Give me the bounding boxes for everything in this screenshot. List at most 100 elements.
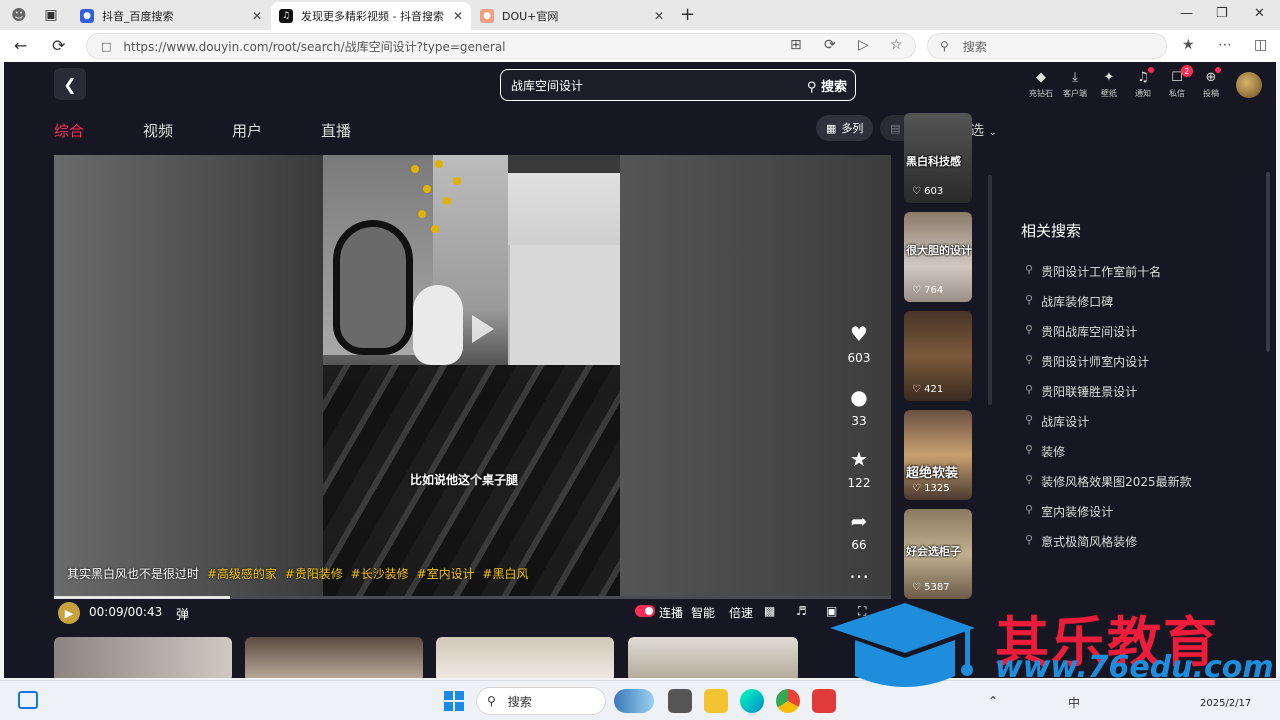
file-explorer-icon[interactable] — [704, 689, 728, 713]
sidebar-toggle-icon[interactable]: ◫ — [1254, 37, 1267, 53]
tab-actions-icon[interactable]: ▣ — [40, 4, 62, 26]
result-thumbnail[interactable] — [54, 637, 232, 678]
window-close-icon[interactable]: ✕ — [1254, 6, 1265, 21]
copilot-icon[interactable] — [614, 689, 654, 713]
hashtag[interactable]: #长沙装修 — [351, 567, 409, 581]
chrome-icon[interactable] — [776, 689, 800, 713]
picture-in-picture-icon[interactable]: ▩ — [764, 604, 775, 618]
taskbar-search[interactable]: ⚲ 搜索 — [476, 687, 606, 715]
extension-icon[interactable]: ▷ — [858, 37, 869, 53]
related-searches: 相关搜索 ⚲ 贵阳设计工作室前十名 ⚲ 战库装修口碑 ⚲ 贵阳战库空间设计 ⚲ 贵阳设计… — [1021, 220, 1192, 563]
thumbnail-likes: ♡ 764 — [912, 285, 944, 296]
result-thumbnail[interactable] — [628, 637, 798, 678]
video-thumbnail[interactable]: 好会选柜子 ♡ 5387 — [904, 509, 972, 599]
related-search-item[interactable]: ⚲ 贵阳战库空间设计 — [1021, 323, 1192, 353]
favorites-list-icon[interactable]: ★ — [1182, 37, 1195, 53]
diamond-recharge-button[interactable]: ◆ 充钻石 — [1026, 70, 1056, 99]
tab-video[interactable]: 视频 — [143, 120, 232, 141]
thumbnail-title: 超绝软装 — [906, 466, 959, 481]
message-icon: ☐ 2 — [1171, 65, 1193, 85]
douyin-search-bar[interactable]: 战库空间设计 ⚲ 搜索 — [500, 69, 856, 101]
autoplay-toggle[interactable] — [635, 605, 655, 617]
related-search-item[interactable]: ⚲ 战库装修口碑 — [1021, 293, 1192, 323]
thumbnail-likes: ♡ 603 — [912, 186, 944, 197]
chevron-up-icon[interactable]: ⌃ — [988, 694, 998, 708]
video-thumbnail[interactable]: 黑白科技感 ♡ 603 — [904, 113, 972, 203]
play-button[interactable]: ▶ — [58, 602, 80, 624]
more-options-icon[interactable]: ⋯ — [1218, 37, 1232, 53]
browser-search-box[interactable]: ⚲ 搜索 — [927, 33, 1167, 59]
hashtag[interactable]: #黑白风 — [482, 567, 528, 581]
hashtag[interactable]: #高级感的家 — [207, 567, 277, 581]
related-search-item[interactable]: ⚲ 意式极简风格装修 — [1021, 533, 1192, 563]
search-button[interactable]: ⚲ 搜索 — [807, 76, 847, 95]
profile-icon[interactable]: ☻ — [8, 4, 30, 26]
upload-button[interactable]: ⊕ 投稿 — [1196, 67, 1226, 99]
result-thumbnail[interactable] — [436, 637, 614, 678]
notification-button[interactable]: ♫ 通知 — [1128, 67, 1158, 99]
ime-indicator[interactable]: 中 — [1068, 694, 1080, 711]
task-view-icon[interactable] — [668, 689, 692, 713]
messages-button[interactable]: ☐ 2 私信 — [1162, 65, 1193, 99]
sync-icon[interactable]: ⟳ — [824, 37, 836, 53]
play-overlay-icon[interactable] — [472, 315, 494, 343]
apps-icon[interactable]: ⊞ — [790, 37, 802, 53]
related-search-item[interactable]: ⚲ 装修风格效果图2025最新款 — [1021, 473, 1192, 503]
video-thumbnail[interactable]: 超绝软装 ♡ 1325 — [904, 410, 972, 500]
close-icon[interactable]: ✕ — [453, 9, 463, 23]
related-search-item[interactable]: ⚲ 室内装修设计 — [1021, 503, 1192, 533]
widgets-icon[interactable] — [18, 691, 38, 709]
tab-user[interactable]: 用户 — [232, 120, 321, 141]
hashtag[interactable]: #室内设计 — [417, 567, 475, 581]
top-icon-label: 投稿 — [1203, 89, 1219, 98]
related-search-item[interactable]: ⚲ 贵阳设计工作室前十名 — [1021, 263, 1192, 293]
favorite-button[interactable]: ★ 122 — [844, 448, 874, 490]
close-icon[interactable]: ✕ — [252, 9, 262, 23]
avatar[interactable] — [1236, 72, 1262, 98]
related-searches-title: 相关搜索 — [1021, 222, 1082, 240]
refresh-icon[interactable]: ⟳ — [52, 36, 65, 55]
tab-general[interactable]: 综合 — [54, 120, 143, 141]
new-tab-icon[interactable]: + — [680, 4, 695, 25]
comment-button[interactable]: ● 33 — [844, 386, 874, 428]
favorite-star-icon[interactable]: ☆ — [890, 37, 903, 53]
result-thumbnail[interactable] — [245, 637, 423, 678]
graduation-cap-logo — [830, 603, 975, 687]
edge-icon[interactable] — [740, 689, 764, 713]
video-thumbnail[interactable]: 很大胆的设计 ♡ 764 — [904, 212, 972, 302]
tab-baidu[interactable]: ● 抖音_百度搜索 ✕ — [72, 2, 270, 30]
search-icon: ⚲ — [1025, 353, 1034, 366]
browser-search-placeholder: 搜索 — [962, 39, 987, 54]
thumbnail-scrollbar[interactable] — [988, 175, 992, 405]
speed-button[interactable]: 倍速 — [729, 604, 753, 621]
volume-icon[interactable]: ♬ — [796, 604, 807, 618]
windows-start-icon[interactable] — [444, 691, 464, 711]
more-button[interactable]: ⋯ — [844, 565, 874, 587]
video-thumbnail[interactable]: ♡ 421 — [904, 311, 972, 401]
tab-douyin-search[interactable]: ♫ 发现更多精彩视频 - 抖音搜索 ✕ — [271, 2, 471, 30]
tab-dou-plus[interactable]: ● DOU+官网 ✕ — [472, 2, 672, 30]
autoplay-label[interactable]: 连播 — [659, 604, 683, 621]
search-icon: ⚲ — [1025, 533, 1034, 546]
related-search-item[interactable]: ⚲ 贵阳联锤胜景设计 — [1021, 383, 1192, 413]
tab-live[interactable]: 直播 — [321, 120, 410, 141]
restore-icon[interactable]: ❐ — [1216, 6, 1228, 21]
danmu-toggle[interactable]: 弹 — [176, 604, 189, 623]
video-progress-bar[interactable] — [54, 596, 891, 599]
related-search-item[interactable]: ⚲ 装修 — [1021, 443, 1192, 473]
related-search-item[interactable]: ⚲ 战库设计 — [1021, 413, 1192, 443]
minimize-icon[interactable]: — — [1180, 6, 1193, 21]
related-search-item[interactable]: ⚲ 贵阳设计师室内设计 — [1021, 353, 1192, 383]
page-scrollbar[interactable] — [1266, 172, 1270, 352]
back-arrow-icon[interactable]: ← — [14, 36, 27, 55]
video-player[interactable]: 比如说他这个桌子腿 其实黑白风也不是很过时 #高级感的家 #贵阳装修 #长沙装修… — [54, 155, 891, 597]
multi-column-button[interactable]: ▦ 多列 — [816, 115, 874, 141]
smart-button[interactable]: 智能 — [691, 604, 715, 621]
like-button[interactable]: ♥ 603 — [844, 323, 874, 365]
hashtag[interactable]: #贵阳装修 — [285, 567, 343, 581]
back-button[interactable]: ❮ — [54, 68, 86, 100]
client-download-button[interactable]: ⤓ 客户端 — [1060, 70, 1090, 99]
share-button[interactable]: ➦ 66 — [844, 510, 874, 552]
wallpaper-button[interactable]: ✦ 壁纸 — [1094, 70, 1124, 99]
close-icon[interactable]: ✕ — [654, 9, 664, 23]
